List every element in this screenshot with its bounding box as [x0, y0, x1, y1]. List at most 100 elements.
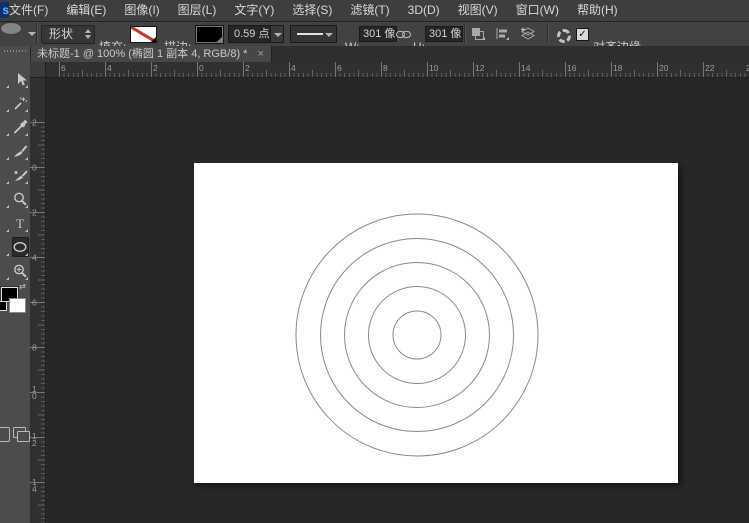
menu-item-7[interactable]: 滤镜(T) [341, 0, 398, 21]
constrain-proportions-icon[interactable] [396, 30, 411, 39]
vruler-label: 0 [32, 165, 37, 172]
hruler-label: 8 [383, 63, 388, 73]
screen-mode-icon[interactable] [13, 427, 26, 438]
flyout-triangle-icon [6, 157, 9, 160]
menu-item-5[interactable]: 文字(Y) [225, 0, 283, 21]
menu-item-9[interactable]: 视图(V) [449, 0, 507, 21]
tool-button-partial[interactable] [0, 93, 10, 113]
path-arrangement-icon[interactable] [520, 27, 536, 41]
ellipse-shape-path[interactable] [369, 287, 466, 384]
fill-swatch-caret-icon [151, 37, 156, 42]
ellipse-shape-path[interactable] [296, 214, 538, 456]
flyout-triangle-icon [6, 277, 9, 280]
swap-colors-icon[interactable]: ⇄ [19, 282, 26, 291]
eyedropper-tool-button[interactable] [12, 117, 29, 137]
shape-mode-value: 形状 [49, 26, 73, 43]
menu-item-8[interactable]: 3D(D) [399, 0, 449, 21]
flyout-triangle-icon [25, 181, 28, 184]
flyout-triangle-icon [6, 109, 9, 112]
document-tab-bar: 未标题-1 @ 100% (椭圆 1 副本 4, RGB/8) * × [30, 46, 749, 62]
path-operations-icon[interactable] [471, 27, 485, 41]
background-color-swatch[interactable] [9, 298, 26, 313]
hruler-label: 16 [567, 63, 576, 73]
caret-down-icon [325, 33, 333, 37]
tool-button-partial[interactable] [0, 213, 10, 233]
ellipse-tool-button[interactable] [12, 237, 29, 257]
dodge-tool-button[interactable] [12, 189, 29, 209]
menu-item-4[interactable]: 图层(L) [169, 0, 226, 21]
flyout-triangle-icon [6, 85, 9, 88]
tool-button-partial[interactable] [0, 117, 10, 137]
fill-color-swatch[interactable] [130, 26, 157, 43]
tool-button-partial[interactable] [0, 165, 10, 185]
document-tab[interactable]: 未标题-1 @ 100% (椭圆 1 副本 4, RGB/8) * × [30, 46, 272, 62]
vruler-label: 12 [32, 433, 37, 447]
stroke-color-swatch[interactable] [196, 26, 223, 43]
align-edges-checkbox[interactable]: ✓ [576, 28, 589, 41]
vruler-label: 8 [32, 345, 37, 352]
flyout-triangle-icon [6, 229, 9, 232]
pasteboard[interactable] [46, 78, 749, 523]
hruler-label: 6 [61, 63, 66, 73]
hruler-label: 2 [245, 63, 250, 73]
hruler-label: 22 [705, 63, 714, 73]
path-alignment-icon[interactable] [495, 27, 509, 41]
menu-item-10[interactable]: 窗口(W) [507, 0, 568, 21]
vruler-label: 2 [32, 120, 37, 127]
menu-item-6[interactable]: 选择(S) [283, 0, 341, 21]
menu-item-11[interactable]: 帮助(H) [568, 0, 627, 21]
vruler-label: 10 [32, 386, 37, 400]
close-tab-icon[interactable]: × [258, 48, 264, 60]
hruler-label: 0 [199, 63, 204, 73]
flyout-triangle-icon [6, 181, 9, 184]
tool-options-bar: 形状 填充: 描边: 0.59 点 W: 301 像素 H: 301 像素 [0, 22, 749, 47]
zoom-tool-button[interactable] [12, 261, 29, 281]
mixer-brush-tool-button[interactable] [12, 165, 29, 185]
svg-text:T: T [16, 216, 24, 231]
quick-mask-icon[interactable] [0, 427, 10, 442]
brush-tool-button[interactable] [12, 141, 29, 161]
shape-width-field[interactable]: 301 像素 [359, 26, 397, 42]
move-tool-button[interactable] [12, 69, 29, 89]
hruler-label: 20 [659, 63, 668, 73]
ruler-origin-corner[interactable] [30, 62, 46, 78]
tool-preset-caret-icon[interactable] [28, 32, 36, 36]
hruler-label: 6 [337, 63, 342, 73]
ellipse-shape-path[interactable] [345, 263, 490, 408]
stroke-type-dropdown[interactable] [290, 25, 337, 43]
shape-mode-dropdown[interactable]: 形状 [41, 25, 95, 44]
default-colors-icon[interactable] [0, 301, 7, 311]
horizontal-ruler[interactable]: 642024681012141618202224 [46, 62, 749, 78]
type-tool-button[interactable]: T [12, 213, 29, 233]
panel-grip-icon[interactable] [4, 50, 26, 52]
ellipse-shape-path[interactable] [321, 239, 514, 432]
hruler-label: 2 [153, 63, 158, 73]
tool-button-partial[interactable] [0, 189, 10, 209]
magic-wand-tool-button[interactable] [12, 93, 29, 113]
vruler-label: 6 [32, 300, 37, 307]
tool-button-partial[interactable] [0, 69, 10, 89]
flyout-triangle-icon [25, 157, 28, 160]
vertical-ruler[interactable]: 202468101214 [30, 78, 46, 523]
menu-item-2[interactable]: 编辑(E) [57, 0, 115, 21]
shape-height-field[interactable]: 301 像素 [425, 26, 463, 42]
hruler-label: 12 [475, 63, 484, 73]
flyout-triangle-icon [25, 229, 28, 232]
tool-button-partial[interactable] [0, 261, 10, 281]
tool-button-partial[interactable] [0, 237, 10, 257]
gear-icon[interactable] [557, 29, 571, 43]
ellipse-shape-path[interactable] [393, 311, 441, 359]
vruler-label: 2 [32, 210, 37, 217]
stroke-width-field[interactable]: 0.59 点 [228, 25, 275, 43]
vruler-label: 4 [32, 255, 37, 262]
document-tab-title: 未标题-1 @ 100% (椭圆 1 副本 4, RGB/8) * [37, 48, 247, 60]
separator [464, 25, 466, 43]
document-canvas[interactable] [194, 163, 678, 483]
stroke-swatch-caret-icon [217, 37, 222, 42]
tools-panel: ⇄ T [0, 46, 31, 523]
tool-preset-ellipse-icon[interactable] [0, 22, 22, 35]
menu-item-3[interactable]: 图像(I) [115, 0, 168, 21]
stroke-width-dropdown[interactable] [270, 25, 284, 43]
tool-button-partial[interactable] [0, 141, 10, 161]
flyout-triangle-icon [25, 85, 28, 88]
